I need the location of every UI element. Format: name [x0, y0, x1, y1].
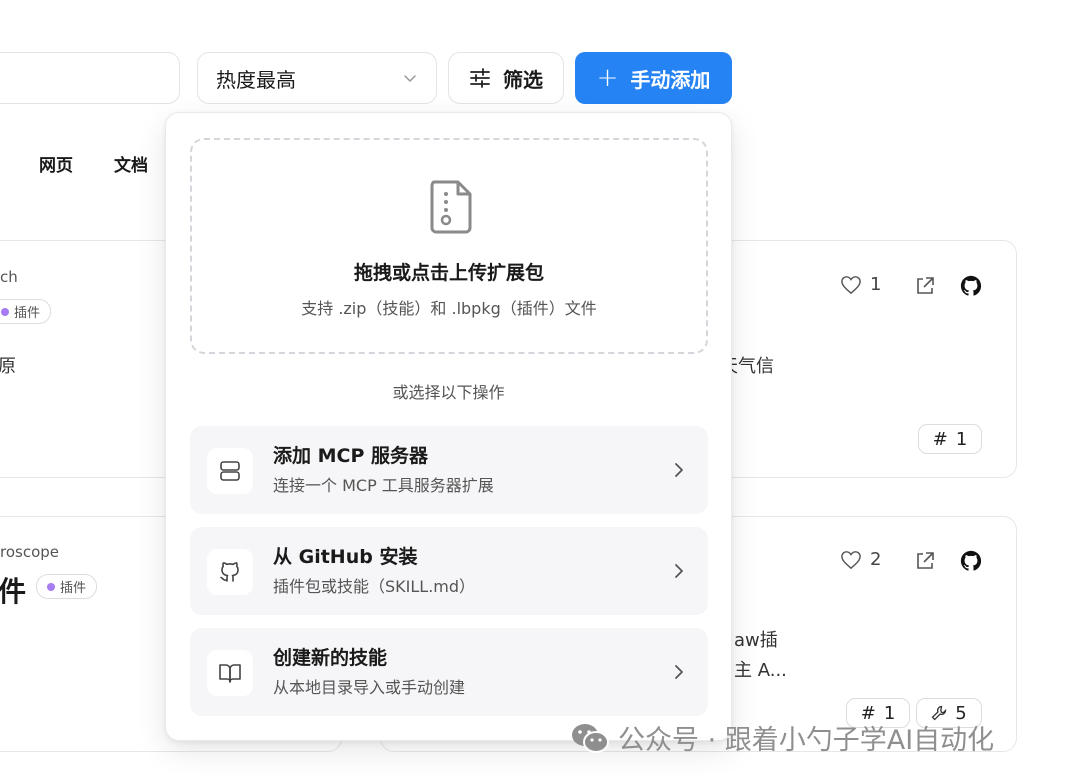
card-description: 原 [0, 356, 16, 377]
option-title: 从 GitHub 安装 [273, 546, 418, 568]
like-count-value: 1 [870, 274, 882, 295]
hashtag-count-value: 1 [955, 428, 968, 450]
tab-docs[interactable]: 文档 [114, 151, 148, 176]
chevron-down-icon [404, 75, 416, 82]
wechat-icon [572, 723, 609, 753]
upload-title: 拖拽或点击上传扩展包 [353, 262, 544, 284]
card-name: ch [0, 268, 18, 286]
card-description-line: aw插 [734, 630, 778, 651]
github-icon[interactable] [958, 548, 984, 574]
server-icon [207, 448, 253, 494]
option-subtitle: 连接一个 MCP 工具服务器扩展 [273, 476, 494, 495]
search-input[interactable] [0, 52, 180, 104]
watermark: 公众号 · 跟着小勺子学AI自动化 [570, 718, 994, 757]
plus-icon: + [596, 63, 619, 93]
plugin-dot-icon [1, 307, 9, 316]
filter-button-label: 筛选 [503, 67, 543, 92]
card-title: 件 [0, 575, 27, 608]
hashtag-count: # 1 [918, 424, 982, 454]
card-description-line: 主 A... [734, 660, 787, 681]
option-subtitle: 插件包或技能（SKILL.md） [273, 577, 476, 596]
external-link-icon[interactable] [912, 273, 938, 299]
github-icon [207, 549, 253, 595]
plugin-badge-label: 插件 [14, 306, 41, 321]
option-subtitle: 从本地目录导入或手动创建 [273, 678, 466, 697]
upload-dropzone[interactable]: 拖拽或点击上传扩展包 支持 .zip（技能）和 .lbpkg（插件）文件 [190, 138, 708, 354]
options-divider: 或选择以下操作 [392, 383, 505, 402]
filter-button[interactable]: 筛选 [448, 52, 564, 104]
book-icon [207, 650, 253, 696]
extension-card[interactable] [0, 240, 180, 478]
plugin-badge: 插件 [0, 299, 52, 324]
like-count[interactable]: 1 [840, 274, 881, 295]
watermark-text: 公众号 · 跟着小勺子学AI自动化 [618, 725, 995, 756]
like-count-value: 2 [870, 549, 882, 570]
archive-file-icon [430, 180, 472, 234]
plugin-badge: 插件 [36, 574, 98, 599]
plugin-badge-label: 插件 [60, 581, 87, 596]
install-from-github-option[interactable]: 从 GitHub 安装 插件包或技能（SKILL.md） [190, 527, 708, 615]
chevron-right-icon [675, 665, 683, 679]
sliders-icon [470, 68, 490, 88]
sort-select[interactable]: 热度最高 [197, 52, 437, 104]
manual-add-button[interactable]: + 手动添加 [575, 52, 732, 104]
add-mcp-server-option[interactable]: 添加 MCP 服务器 连接一个 MCP 工具服务器扩展 [190, 426, 708, 514]
tab-web[interactable]: 网页 [39, 151, 73, 176]
hash-icon: # [932, 428, 948, 450]
option-title: 添加 MCP 服务器 [273, 445, 429, 467]
plugin-dot-icon [47, 582, 55, 591]
heart-icon [841, 275, 861, 294]
chevron-right-icon [675, 463, 683, 477]
option-title: 创建新的技能 [273, 647, 388, 669]
manual-add-label: 手动添加 [630, 67, 711, 92]
sort-select-value: 热度最高 [216, 67, 296, 92]
upload-subtitle: 支持 .zip（技能）和 .lbpkg（插件）文件 [301, 299, 597, 318]
create-skill-option[interactable]: 创建新的技能 从本地目录导入或手动创建 [190, 628, 708, 716]
external-link-icon[interactable] [912, 548, 938, 574]
like-count[interactable]: 2 [840, 549, 881, 570]
github-icon[interactable] [958, 273, 984, 299]
chevron-right-icon [675, 564, 683, 578]
heart-icon [841, 550, 861, 569]
card-name: roscope [0, 543, 60, 561]
add-extension-panel: 拖拽或点击上传扩展包 支持 .zip（技能）和 .lbpkg（插件）文件 或选择… [165, 112, 732, 741]
